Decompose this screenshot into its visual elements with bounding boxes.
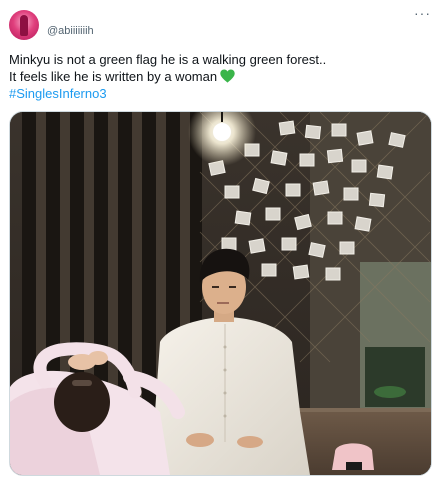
avatar-figure-icon (20, 15, 28, 36)
tweet-text-line-1: Minkyu is not a green flag he is a walki… (9, 52, 327, 67)
user-avatar[interactable] (9, 10, 39, 40)
user-handle[interactable]: @abiiiiiiih (47, 25, 94, 37)
media-scene (10, 112, 431, 475)
tweet-card[interactable]: @abiiiiiiih ··· Minkyu is not a green fl… (0, 0, 441, 478)
hashtag-link[interactable]: #SinglesInferno3 (9, 85, 429, 102)
tweet-text: Minkyu is not a green flag he is a walki… (9, 51, 429, 102)
more-options-icon[interactable]: ··· (414, 6, 431, 20)
green-heart-icon (220, 69, 235, 83)
tweet-media-image[interactable] (9, 111, 432, 476)
tweet-text-line-2-text: It feels like he is written by a woman (9, 69, 218, 84)
tweet-text-line-2: It feels like he is written by a woman (9, 68, 429, 85)
